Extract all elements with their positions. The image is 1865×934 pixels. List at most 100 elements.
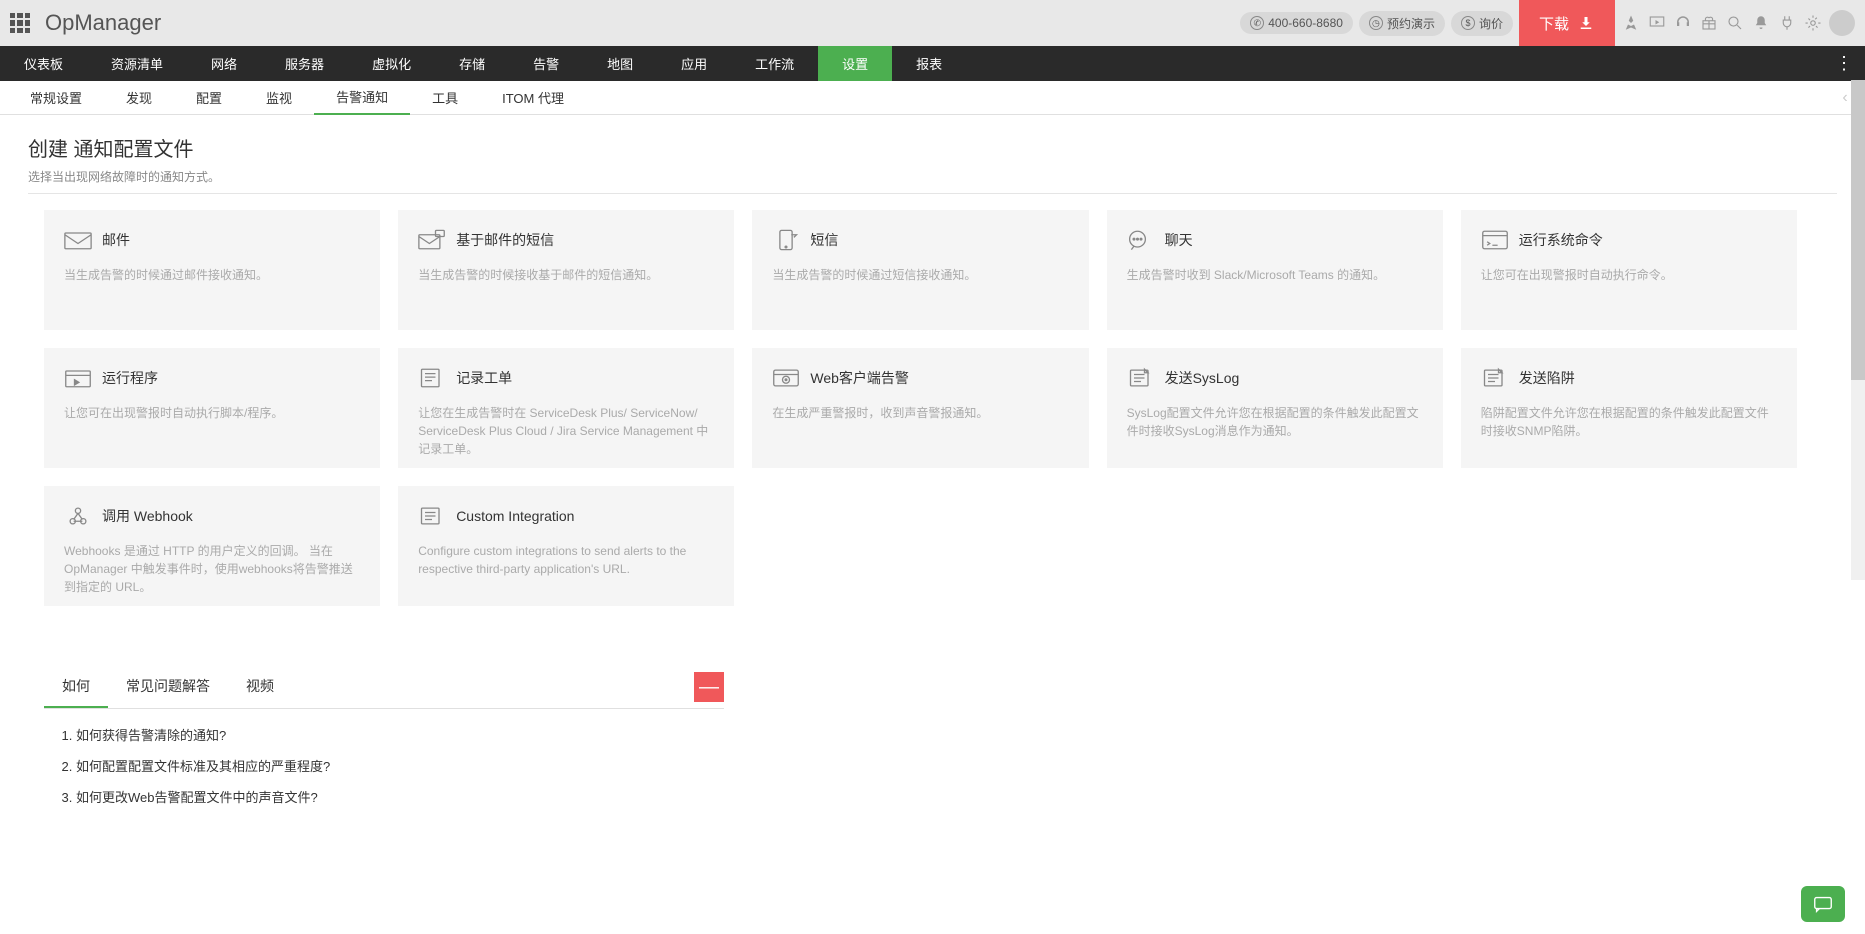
card-desc: 当生成告警的时候接收基于邮件的短信通知。 — [418, 266, 714, 284]
header-right: ✆ 400-660-8680 ◷ 预约演示 $ 询价 下载 — [1240, 0, 1855, 46]
sub-item-4[interactable]: 告警通知 — [314, 81, 410, 115]
ticket-icon — [418, 366, 446, 390]
headset-icon[interactable] — [1673, 13, 1693, 33]
help-tab-1[interactable]: 常见问题解答 — [108, 666, 228, 708]
card-title: 聊天 — [1165, 230, 1193, 250]
help-tabs: 如何常见问题解答视频 — — [44, 666, 724, 709]
nav-item-10[interactable]: 设置 — [818, 46, 892, 81]
help-collapse-button[interactable]: — — [694, 672, 724, 702]
card-mail[interactable]: 邮件 当生成告警的时候通过邮件接收通知。 — [44, 210, 380, 330]
nav-item-7[interactable]: 地图 — [583, 46, 657, 81]
card-grid: 邮件 当生成告警的时候通过邮件接收通知。 基于邮件的短信 当生成告警的时候接收基… — [44, 210, 1797, 606]
nav-item-9[interactable]: 工作流 — [731, 46, 818, 81]
nav-item-6[interactable]: 告警 — [509, 46, 583, 81]
apps-grid-icon[interactable] — [10, 13, 30, 33]
sub-nav-prev-icon[interactable]: ‹ — [1842, 89, 1847, 107]
card-head: 发送陷阱 — [1481, 366, 1777, 390]
card-head: 聊天 — [1127, 228, 1423, 252]
webhook-icon — [64, 504, 92, 528]
card-desc: 生成告警时收到 Slack/Microsoft Teams 的通知。 — [1127, 266, 1423, 284]
help-tab-0[interactable]: 如何 — [44, 666, 108, 708]
help-item-0[interactable]: 如何获得告警清除的通知? — [76, 725, 724, 744]
mail-icon — [64, 228, 92, 252]
card-syslog[interactable]: 发送SysLog SysLog配置文件允许您在根据配置的条件触发此配置文件时接收… — [1107, 348, 1443, 468]
nav-item-3[interactable]: 服务器 — [261, 46, 348, 81]
sub-item-3[interactable]: 监视 — [244, 81, 314, 115]
phone-text: 400-660-8680 — [1268, 16, 1343, 30]
trap-icon — [1481, 366, 1509, 390]
web-alert-icon — [772, 366, 800, 390]
card-title: 运行程序 — [102, 368, 158, 388]
page-subtitle: 选择当出现网络故障时的通知方式。 — [28, 168, 1837, 185]
card-trap[interactable]: 发送陷阱 陷阱配置文件允许您在根据配置的条件触发此配置文件时接收SNMP陷阱。 — [1461, 348, 1797, 468]
card-desc: 让您在生成告警时在 ServiceDesk Plus/ ServiceNow/ … — [418, 404, 714, 458]
gift-icon[interactable] — [1699, 13, 1719, 33]
mail-sms-icon — [418, 228, 446, 252]
download-button[interactable]: 下载 — [1519, 0, 1615, 46]
card-ticket[interactable]: 记录工单 让您在生成告警时在 ServiceDesk Plus/ Service… — [398, 348, 734, 468]
card-head: 基于邮件的短信 — [418, 228, 714, 252]
card-chat[interactable]: 聊天 生成告警时收到 Slack/Microsoft Teams 的通知。 — [1107, 210, 1443, 330]
nav-item-2[interactable]: 网络 — [187, 46, 261, 81]
card-title: Custom Integration — [456, 508, 574, 524]
nav-more-icon[interactable]: ⋮ — [1823, 53, 1865, 74]
scrollbar[interactable] — [1851, 80, 1865, 580]
card-desc: 当生成告警的时候通过短信接收通知。 — [772, 266, 1068, 284]
card-title: 发送陷阱 — [1519, 368, 1575, 388]
search-icon[interactable] — [1725, 13, 1745, 33]
phone-icon — [772, 228, 800, 252]
card-title: 基于邮件的短信 — [456, 230, 554, 250]
card-title: Web客户端告警 — [810, 368, 909, 388]
card-program[interactable]: 运行程序 让您可在出现警报时自动执行脚本/程序。 — [44, 348, 380, 468]
card-title: 短信 — [810, 230, 838, 250]
help-item-2[interactable]: 如何更改Web告警配置文件中的声音文件? — [76, 787, 724, 806]
main-nav: 仪表板资源清单网络服务器虚拟化存储告警地图应用工作流设置报表 ⋮ — [0, 46, 1865, 81]
custom-icon — [418, 504, 446, 528]
quote-pill[interactable]: $ 询价 — [1451, 11, 1513, 36]
sub-item-2[interactable]: 配置 — [174, 81, 244, 115]
plug-icon[interactable] — [1777, 13, 1797, 33]
card-head: 运行系统命令 — [1481, 228, 1777, 252]
nav-item-5[interactable]: 存储 — [435, 46, 509, 81]
chat-icon — [1127, 228, 1155, 252]
card-head: Custom Integration — [418, 504, 714, 528]
nav-item-11[interactable]: 报表 — [892, 46, 966, 81]
card-web-alert[interactable]: Web客户端告警 在生成严重警报时，收到声音警报通知。 — [752, 348, 1088, 468]
sub-item-5[interactable]: 工具 — [410, 81, 480, 115]
nav-item-4[interactable]: 虚拟化 — [348, 46, 435, 81]
nav-item-8[interactable]: 应用 — [657, 46, 731, 81]
content: 创建 通知配置文件 选择当出现网络故障时的通知方式。 邮件 当生成告警的时候通过… — [0, 115, 1865, 836]
card-desc: 陷阱配置文件允许您在根据配置的条件触发此配置文件时接收SNMP陷阱。 — [1481, 404, 1777, 440]
chat-icon — [1812, 893, 1834, 915]
card-desc: 当生成告警的时候通过邮件接收通知。 — [64, 266, 360, 284]
card-head: 调用 Webhook — [64, 504, 360, 528]
card-phone[interactable]: 短信 当生成告警的时候通过短信接收通知。 — [752, 210, 1088, 330]
card-custom[interactable]: Custom Integration Configure custom inte… — [398, 486, 734, 606]
sub-item-6[interactable]: ITOM 代理 — [480, 81, 586, 115]
help-tab-2[interactable]: 视频 — [228, 666, 292, 708]
help-section: 如何常见问题解答视频 — 如何获得告警清除的通知? 如何配置配置文件标准及其相应的… — [44, 666, 724, 806]
presentation-icon[interactable] — [1647, 13, 1667, 33]
demo-text: 预约演示 — [1387, 15, 1435, 32]
phone-pill[interactable]: ✆ 400-660-8680 — [1240, 12, 1353, 34]
gear-icon[interactable] — [1803, 13, 1823, 33]
card-webhook[interactable]: 调用 Webhook Webhooks 是通过 HTTP 的用户定义的回调。 当… — [44, 486, 380, 606]
nav-item-1[interactable]: 资源清单 — [87, 46, 187, 81]
demo-pill[interactable]: ◷ 预约演示 — [1359, 11, 1445, 36]
phone-icon: ✆ — [1250, 16, 1264, 30]
rocket-icon[interactable] — [1621, 13, 1641, 33]
divider — [28, 193, 1837, 194]
sub-item-0[interactable]: 常规设置 — [8, 81, 104, 115]
card-mail-sms[interactable]: 基于邮件的短信 当生成告警的时候接收基于邮件的短信通知。 — [398, 210, 734, 330]
card-head: Web客户端告警 — [772, 366, 1068, 390]
bell-icon[interactable] — [1751, 13, 1771, 33]
card-title: 发送SysLog — [1165, 368, 1240, 388]
card-head: 短信 — [772, 228, 1068, 252]
nav-item-0[interactable]: 仪表板 — [0, 46, 87, 81]
card-command[interactable]: 运行系统命令 让您可在出现警报时自动执行命令。 — [1461, 210, 1797, 330]
avatar[interactable] — [1829, 10, 1855, 36]
chat-fab[interactable] — [1801, 886, 1845, 922]
help-item-1[interactable]: 如何配置配置文件标准及其相应的严重程度? — [76, 756, 724, 775]
sub-item-1[interactable]: 发现 — [104, 81, 174, 115]
card-head: 记录工单 — [418, 366, 714, 390]
